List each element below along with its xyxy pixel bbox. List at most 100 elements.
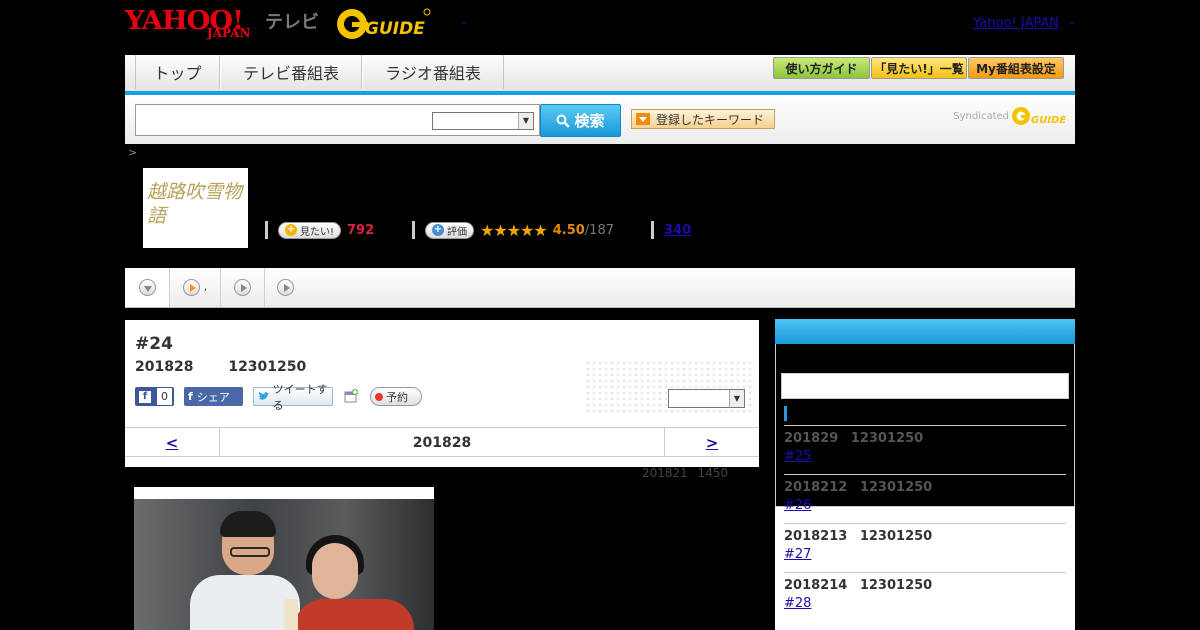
facebook-icon: f (188, 390, 193, 403)
facebook-icon: f (139, 390, 151, 403)
episode-photo[interactable] (134, 487, 434, 630)
episode-panel: #24 201828 12301250 f 0 f シェア ツイートする 予約 … (125, 320, 759, 467)
site-header: YAHOO! JAPAN テレビ GUIDE Yahoo! JAPAN (125, 0, 1075, 55)
sidebar: 201829 12301250 #25 2018212 12301250 #26… (775, 319, 1075, 630)
list-item-episode-link[interactable]: #28 (784, 596, 1066, 611)
subtab-1[interactable] (125, 268, 170, 307)
episode-airtime: 201828 12301250 (135, 359, 307, 375)
nav-tab-tv-schedule[interactable]: テレビ番組表 (220, 55, 362, 89)
photo-figure (294, 599, 414, 630)
calendar-add-icon[interactable] (343, 388, 359, 404)
search-button[interactable]: 検索 (540, 104, 621, 137)
next-episode-link[interactable]: > (664, 428, 759, 457)
nav-tab-top[interactable]: トップ (135, 55, 220, 89)
my-schedule-settings-button[interactable]: My番組表設定 (968, 57, 1064, 79)
gguide-small-logo: GUIDE (1012, 107, 1066, 126)
tv-logo[interactable]: テレビ (265, 8, 319, 34)
breadcrumb[interactable]: > (128, 146, 137, 159)
sidebar-header (775, 319, 1075, 344)
usage-guide-button[interactable]: 使い方ガイド (773, 57, 870, 79)
reserve-label: 予約 (386, 390, 408, 404)
episode-select[interactable]: ▼ (668, 389, 745, 408)
mitai-list-button[interactable]: 「見たい!」一覧 (871, 57, 967, 79)
list-item-date: 2018213 12301250 (784, 529, 933, 544)
rating-stat: + 評価 ★★★★★ 4.50 /187 (412, 220, 614, 240)
play-icon (182, 279, 200, 296)
list-item-episode-link[interactable]: #26 (784, 498, 1066, 513)
search-bar: ▼ 検索 登録したキーワード Syndicated GUIDE (125, 95, 1075, 144)
program-thumbnail-title: 越路吹雪物語 (147, 181, 243, 227)
current-episode-date: 201828 (412, 434, 472, 451)
dropdown-arrow-icon (636, 113, 650, 125)
divider (265, 221, 268, 239)
subtab-3[interactable] (221, 268, 265, 307)
tweet-label: ツイートする (272, 382, 328, 412)
record-icon (375, 392, 383, 401)
reserve-recording-button[interactable]: 予約 (370, 387, 422, 406)
search-icon (556, 114, 571, 128)
mitai-count: 792 (347, 222, 375, 238)
chevron-down-icon: ▼ (518, 113, 533, 129)
episode-pager: < 201828 > (125, 427, 759, 457)
svg-text:GUIDE: GUIDE (365, 19, 425, 39)
chevron-down-icon (138, 279, 156, 296)
photo-figure (312, 543, 358, 599)
svg-text:GUIDE: GUIDE (1031, 115, 1066, 126)
review-stat: 340 (651, 220, 691, 240)
list-item: 2018214 12301250 #28 (784, 572, 1066, 621)
list-item: 2018212 12301250 #26 (784, 474, 1066, 523)
syndicated-gguide: Syndicated GUIDE (953, 105, 1067, 127)
list-item-date: 2018212 12301250 (784, 480, 933, 495)
photo-figure (220, 511, 276, 537)
tweet-button[interactable]: ツイートする (253, 383, 333, 412)
registered-keywords-button[interactable]: 登録したキーワード (631, 109, 775, 129)
upcoming-episodes-list: 201829 12301250 #25 2018212 12301250 #26… (784, 425, 1066, 621)
divider (651, 221, 654, 239)
episode-title: #24 (135, 334, 173, 354)
facebook-like-button[interactable]: f 0 (135, 387, 174, 406)
rating-value: 4.50 (552, 222, 585, 238)
rate-button[interactable]: + 評価 (425, 221, 474, 239)
program-thumbnail[interactable]: 越路吹雪物語 (143, 168, 248, 248)
rate-label: 評価 (447, 226, 467, 238)
photo-prop (284, 599, 298, 630)
list-item: 2018213 12301250 #27 (784, 523, 1066, 572)
search-category-select[interactable]: ▼ (432, 112, 534, 130)
play-icon (276, 279, 294, 296)
yahoo-japan-link[interactable]: Yahoo! JAPAN (973, 16, 1059, 31)
subtab-2-label: , (203, 282, 208, 293)
mitai-button[interactable]: + 見たい! (278, 221, 342, 239)
rating-count: /187 (584, 222, 614, 238)
plus-icon: + (432, 224, 444, 236)
yahoo-logo-japan: JAPAN (207, 26, 251, 40)
section-marker (784, 406, 787, 421)
header-separator (463, 22, 465, 24)
twitter-bird-icon (258, 391, 270, 400)
list-item-episode-link[interactable]: #25 (784, 449, 1066, 464)
divider (412, 221, 415, 239)
nav-tab-radio-schedule[interactable]: ラジオ番組表 (362, 55, 504, 89)
main-nav: トップ テレビ番組表 ラジオ番組表 使い方ガイド 「見たい!」一覧 My番組表設… (125, 55, 1075, 95)
list-item-date: 2018214 12301250 (784, 578, 933, 593)
header-separator (1071, 22, 1073, 24)
prev-episode-link[interactable]: < (125, 428, 220, 457)
photo-scene (134, 499, 434, 630)
syndicated-label: Syndicated (953, 110, 1009, 122)
play-icon (234, 279, 251, 296)
registered-keywords-label: 登録したキーワード (656, 112, 765, 127)
subtab-2[interactable]: , (170, 268, 221, 307)
like-count: 0 (157, 388, 172, 405)
subtab-4[interactable] (265, 268, 305, 307)
review-count-link[interactable]: 340 (664, 223, 691, 238)
sidebar-input[interactable] (781, 373, 1069, 399)
star-rating-icon: ★★★★★ (480, 220, 548, 240)
list-item-date: 201829 12301250 (784, 431, 924, 446)
mitai-stat: + 見たい! 792 (265, 220, 374, 240)
chevron-down-icon: ▼ (729, 390, 744, 407)
facebook-share-button[interactable]: f シェア (184, 387, 243, 406)
list-item-episode-link[interactable]: #27 (784, 547, 1066, 562)
program-subtabs: , (125, 268, 1075, 308)
search-button-label: 検索 (574, 112, 605, 130)
gguide-logo[interactable]: GUIDE (335, 6, 431, 42)
photo-figure (230, 547, 270, 557)
